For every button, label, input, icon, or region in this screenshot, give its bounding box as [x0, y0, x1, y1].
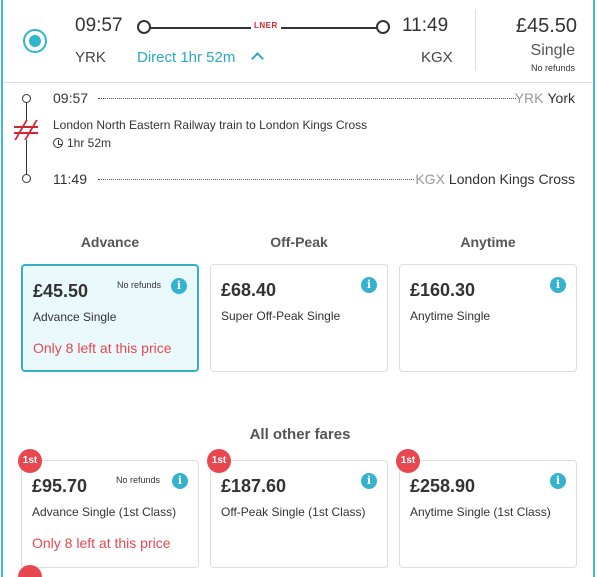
- arrival-code: KGX: [421, 49, 453, 66]
- fare-card-off-peak-first[interactable]: 1st £187.60 i Off-Peak Single (1st Class…: [207, 449, 388, 568]
- first-class-badge: 1st: [207, 449, 231, 473]
- info-icon[interactable]: i: [172, 473, 188, 489]
- radio-selected-dot: [29, 35, 41, 47]
- service-description: London North Eastern Railway train to Lo…: [53, 118, 368, 132]
- other-fares-title: All other fares: [249, 426, 351, 443]
- fare-card-advance[interactable]: £45.50 No refunds i Advance Single Only …: [21, 264, 199, 372]
- refund-note: No refunds: [530, 63, 575, 73]
- fare-price: £95.70: [32, 476, 88, 496]
- fare-name: Off-Peak Single (1st Class): [221, 505, 366, 519]
- stop-code: KGX: [415, 171, 445, 187]
- fare-name: Anytime Single: [410, 309, 491, 323]
- stop-name-origin: YRK York: [515, 90, 575, 106]
- fare-card-anytime-first[interactable]: 1st £258.90 i Anytime Single (1st Class): [396, 449, 577, 568]
- info-icon[interactable]: i: [361, 473, 377, 489]
- column-off-peak: Off-Peak: [270, 234, 328, 250]
- fare-name: Advance Single: [33, 310, 117, 324]
- info-icon[interactable]: i: [171, 278, 187, 294]
- info-icon[interactable]: i: [550, 473, 566, 489]
- divider: [3, 82, 593, 83]
- fare-price: £160.30: [410, 280, 476, 300]
- dotted-leader: [98, 98, 516, 99]
- departure-time: 09:57: [75, 15, 123, 36]
- fare-price: £258.90: [410, 476, 476, 496]
- info-icon[interactable]: i: [361, 277, 377, 293]
- journey-price: £45.50: [515, 15, 577, 37]
- first-class-badge: 1st: [18, 449, 42, 473]
- info-icon[interactable]: i: [550, 277, 566, 293]
- fare-price: £187.60: [221, 476, 287, 496]
- stop-station: London Kings Cross: [448, 171, 575, 187]
- arrival-time: 11:49: [402, 15, 449, 36]
- direct-duration-toggle[interactable]: Direct 1hr 52m: [137, 49, 235, 66]
- operator-logo: LNER: [251, 21, 281, 30]
- stop-time-origin: 09:57: [53, 90, 89, 106]
- timeline-end-dot: [22, 174, 31, 183]
- fare-card-off-peak[interactable]: £68.40 i Super Off-Peak Single: [210, 264, 388, 372]
- first-class-badge: 1st: [396, 449, 420, 473]
- no-refunds-label: No refunds: [116, 475, 161, 485]
- duration-text: 1hr 52m: [67, 136, 112, 150]
- fare-price: £45.50: [33, 281, 89, 301]
- fare-name: Super Off-Peak Single: [221, 309, 341, 323]
- journey-duration: 1hr 52m: [53, 136, 111, 150]
- chevron-up-icon[interactable]: [251, 52, 264, 65]
- divider: [475, 10, 476, 70]
- route-end-marker: [376, 20, 390, 34]
- journey-radio[interactable]: [23, 29, 47, 53]
- fare-price: £68.40: [221, 280, 277, 300]
- clock-icon: [53, 138, 63, 148]
- national-rail-icon: [14, 120, 38, 140]
- fare-card-anytime[interactable]: £160.30 i Anytime Single: [399, 264, 577, 372]
- no-refunds-label: No refunds: [117, 280, 162, 290]
- column-advance: Advance: [80, 234, 140, 250]
- route-start-marker: [137, 20, 151, 34]
- column-anytime: Anytime: [460, 234, 516, 250]
- timeline-start-dot: [22, 94, 31, 103]
- dotted-leader: [98, 179, 414, 180]
- availability-warning: Only 8 left at this price: [33, 340, 172, 356]
- availability-warning: Only 8 left at this price: [32, 535, 171, 551]
- stop-station: York: [547, 90, 575, 106]
- fare-name: Anytime Single (1st Class): [410, 505, 551, 519]
- stop-name-destination: KGX London Kings Cross: [415, 171, 575, 187]
- stop-code: YRK: [514, 90, 544, 106]
- stop-time-destination: 11:49: [53, 171, 87, 187]
- fare-card-advance-first[interactable]: 1st £95.70 No refunds i Advance Single (…: [18, 449, 199, 568]
- journey-card[interactable]: 09:57 LNER 11:49 YRK Direct 1hr 52m KGX …: [1, 0, 595, 577]
- departure-code: YRK: [75, 49, 106, 66]
- fare-name: Advance Single (1st Class): [32, 505, 177, 519]
- ticket-type: Single: [530, 42, 575, 59]
